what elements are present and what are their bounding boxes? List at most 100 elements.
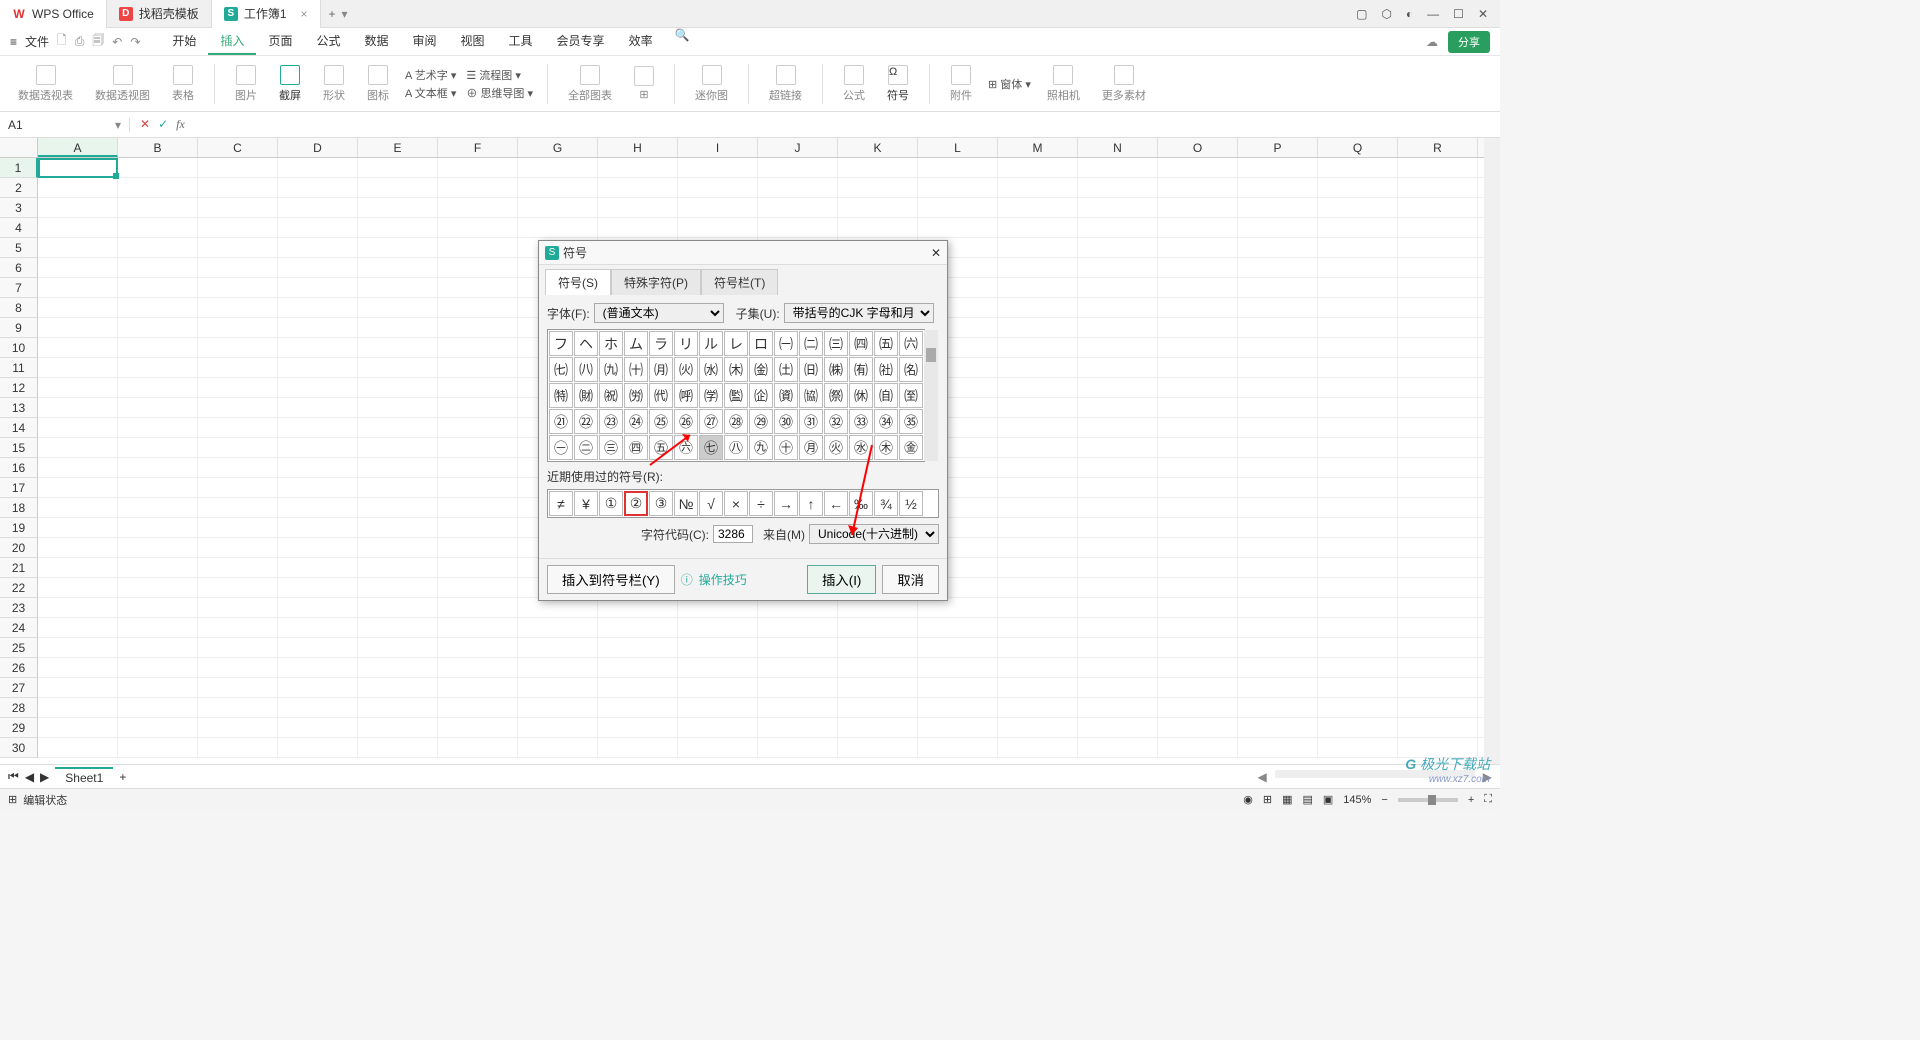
preview-icon[interactable]: 🗐 [92, 31, 104, 52]
symbol-cell[interactable]: ㈳ [874, 357, 898, 382]
recent-symbol[interactable]: ¥ [574, 491, 598, 516]
symbol-cell[interactable]: ㊂ [599, 435, 623, 460]
symbol-cell[interactable]: ㉑ [549, 409, 573, 434]
undo-icon[interactable]: ↶ [112, 35, 122, 49]
symbol-cell[interactable]: ㉓ [599, 409, 623, 434]
symbol-cell[interactable]: ㉂ [874, 383, 898, 408]
symbol-cell[interactable]: ㈡ [799, 331, 823, 356]
symbol-cell[interactable]: ㊁ [574, 435, 598, 460]
confirm-icon[interactable]: ✓ [158, 117, 168, 132]
first-sheet-icon[interactable]: ⏮ [8, 769, 19, 784]
symbol-cell[interactable]: ヘ [574, 331, 598, 356]
row-header[interactable]: 26 [0, 658, 38, 678]
row-header[interactable]: 17 [0, 478, 38, 498]
tab-start[interactable]: 开始 [160, 28, 208, 55]
symbol-cell[interactable]: ム [624, 331, 648, 356]
symbol-cell[interactable]: ㊀ [549, 435, 573, 460]
symbol-cell[interactable]: ㉚ [774, 409, 798, 434]
layout-icon[interactable]: ▢ [1356, 7, 1367, 21]
avatar-icon[interactable]: ◐ [1406, 7, 1413, 21]
tab-workbook[interactable]: S工作簿1× [212, 0, 321, 28]
vertical-scrollbar[interactable] [1484, 138, 1500, 764]
symbol-cell[interactable]: ル [699, 331, 723, 356]
more-button[interactable]: 更多素材 [1096, 65, 1152, 103]
tab-docer[interactable]: D找稻壳模板 [107, 0, 212, 28]
symbol-cell[interactable]: ㈠ [774, 331, 798, 356]
symbol-scrollbar[interactable] [924, 330, 938, 461]
close-window-icon[interactable]: ✕ [1478, 7, 1488, 21]
symbol-cell[interactable]: ㉛ [799, 409, 823, 434]
symbol-cell[interactable]: フ [549, 331, 573, 356]
zoom-slider[interactable] [1398, 798, 1458, 802]
subset-select[interactable]: 带括号的CJK 字母和月份 [784, 303, 934, 323]
symbol-cell[interactable]: ロ [749, 331, 773, 356]
insert-button[interactable]: 插入(I) [807, 565, 876, 594]
hscroll-left-icon[interactable]: ◀ [1258, 770, 1267, 784]
symbol-cell[interactable]: ㈵ [549, 383, 573, 408]
row-header[interactable]: 18 [0, 498, 38, 518]
row-header[interactable]: 19 [0, 518, 38, 538]
redo-icon[interactable]: ↷ [130, 35, 140, 49]
col-header[interactable]: C [198, 138, 278, 157]
col-header[interactable]: O [1158, 138, 1238, 157]
symbol-cell[interactable]: ㈲ [849, 357, 873, 382]
add-sheet-icon[interactable]: + [119, 770, 126, 784]
attach-button[interactable]: 附件 [944, 65, 978, 103]
symbol-cell[interactable]: ㊍ [874, 435, 898, 460]
symbol-cell[interactable]: ラ [649, 331, 673, 356]
row-header[interactable]: 29 [0, 718, 38, 738]
col-header[interactable]: Q [1318, 138, 1398, 157]
symbol-cell[interactable]: ㉜ [824, 409, 848, 434]
recent-symbol[interactable]: ¾ [874, 491, 898, 516]
recent-symbol[interactable]: ≠ [549, 491, 573, 516]
normal-view-icon[interactable]: ▦ [1282, 793, 1292, 806]
symbol-cell[interactable]: ㈬ [699, 357, 723, 382]
symbol-cell[interactable]: ㉘ [724, 409, 748, 434]
save-icon[interactable]: 🗋 [57, 31, 67, 52]
recent-symbol[interactable]: ÷ [749, 491, 773, 516]
col-header[interactable]: L [918, 138, 998, 157]
symbol-cell[interactable]: ㊉ [774, 435, 798, 460]
share-button[interactable]: 分享 [1448, 31, 1490, 53]
row-header[interactable]: 14 [0, 418, 38, 438]
art-button[interactable]: A 艺术字 ▾ [405, 67, 456, 83]
symbol-cell[interactable]: ㉕ [649, 409, 673, 434]
symbol-cell[interactable]: ㈽ [749, 383, 773, 408]
cancel-icon[interactable]: ✕ [140, 117, 150, 132]
table-button[interactable]: 表格 [166, 65, 200, 103]
row-header[interactable]: 1 [0, 158, 38, 178]
row-header[interactable]: 4 [0, 218, 38, 238]
symbol-cell[interactable]: ㈮ [749, 357, 773, 382]
search-icon[interactable]: 🔍 [675, 28, 690, 55]
symbol-cell[interactable]: ホ [599, 331, 623, 356]
symbol-cell[interactable]: ㉔ [624, 409, 648, 434]
recent-symbol[interactable]: № [674, 491, 698, 516]
symbol-cell[interactable]: リ [674, 331, 698, 356]
recent-symbol[interactable]: ① [599, 491, 623, 516]
col-header[interactable]: G [518, 138, 598, 157]
insert-to-bar-button[interactable]: 插入到符号栏(Y) [547, 565, 675, 594]
grid-view-icon[interactable]: ⊞ [1263, 793, 1272, 806]
file-menu[interactable]: 文件 [25, 33, 49, 50]
close-icon[interactable]: ✕ [931, 246, 941, 260]
symbol-cell[interactable]: ㈰ [799, 357, 823, 382]
link-button[interactable]: 超链接 [763, 65, 808, 103]
row-header[interactable]: 22 [0, 578, 38, 598]
symbol-cell[interactable]: ㊇ [724, 435, 748, 460]
col-header[interactable]: I [678, 138, 758, 157]
recent-symbol[interactable]: ↑ [799, 491, 823, 516]
zoom-out-icon[interactable]: − [1381, 794, 1387, 806]
tab-review[interactable]: 审阅 [401, 28, 449, 55]
dropdown-icon[interactable]: ▾ [342, 7, 348, 21]
row-header[interactable]: 25 [0, 638, 38, 658]
row-header[interactable]: 15 [0, 438, 38, 458]
symbol-cell[interactable]: ㉟ [899, 409, 923, 434]
row-header[interactable]: 20 [0, 538, 38, 558]
symbol-cell[interactable]: ㈢ [824, 331, 848, 356]
recent-symbol[interactable]: ③ [649, 491, 673, 516]
reader-view-icon[interactable]: ▣ [1323, 793, 1333, 806]
mindmap-button[interactable]: ⊕ 思维导图 ▾ [466, 85, 533, 101]
symbol-cell[interactable]: ㈥ [899, 331, 923, 356]
row-header[interactable]: 7 [0, 278, 38, 298]
row-header[interactable]: 9 [0, 318, 38, 338]
